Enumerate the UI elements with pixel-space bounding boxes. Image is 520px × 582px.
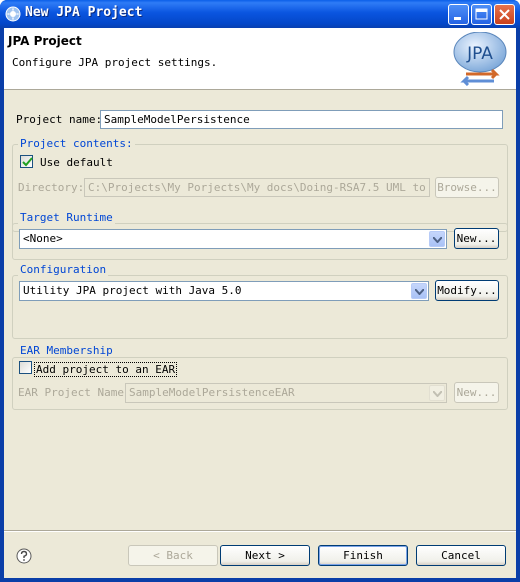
target-runtime-title: Target Runtime [18,211,115,224]
dropdown-arrow[interactable] [429,385,445,401]
directory-label: Directory: [18,181,85,194]
configuration-combo[interactable]: Utility JPA project with Java 5.0 [19,281,429,301]
modify-configuration-button[interactable]: Modify... [435,280,499,301]
ear-project-name-value: SampleModelPersistenceEAR [129,386,295,399]
minimize-button[interactable] [448,4,469,25]
close-icon [499,9,510,20]
wizard-banner: JPA Project Configure JPA project settin… [4,28,516,90]
chevron-down-icon [433,237,442,243]
dialog-body: JPA Project Configure JPA project settin… [4,28,516,578]
dropdown-arrow[interactable] [429,231,445,247]
add-to-ear-checkbox[interactable] [19,361,32,374]
close-button[interactable] [494,4,515,25]
dialog-window: New JPA Project JPA Project Configure JP… [0,0,520,582]
checkmark-icon [22,157,33,167]
project-name-input[interactable]: SampleModelPersistence [100,110,503,129]
help-icon[interactable] [16,548,32,564]
dropdown-arrow[interactable] [411,283,427,299]
eclipse-app-icon [5,6,21,22]
browse-button[interactable]: Browse... [435,177,499,198]
next-button[interactable]: Next > [220,545,310,566]
minimize-icon [454,17,461,20]
ear-project-name-label: EAR Project Name: [18,386,131,399]
new-runtime-button[interactable]: New... [454,228,499,249]
cancel-button[interactable]: Cancel [416,545,506,566]
finish-button[interactable]: Finish [318,545,408,566]
jpa-logo-text: JPA [466,44,493,64]
ear-membership-title: EAR Membership [18,344,115,357]
add-to-ear-label[interactable]: Add project to an EAR [34,362,178,377]
wizard-page-description: Configure JPA project settings. [12,56,218,69]
use-default-label[interactable]: Use default [40,156,113,169]
window-title: New JPA Project [25,5,143,20]
ear-project-name-combo[interactable]: SampleModelPersistenceEAR [125,383,447,403]
back-button[interactable]: < Back [128,545,218,566]
configuration-title: Configuration [18,263,109,276]
configuration-value: Utility JPA project with Java 5.0 [23,284,242,297]
project-contents-title: Project contents: [18,137,135,150]
maximize-icon [475,8,488,20]
chevron-down-icon [433,391,442,397]
project-name-label: Project name: [16,113,103,126]
wizard-page-title: JPA Project [8,34,82,48]
maximize-button[interactable] [471,4,492,25]
footer-separator [4,530,516,532]
directory-input[interactable]: C:\Projects\My Porjects\My docs\Doing-RS… [84,178,430,197]
target-runtime-combo[interactable]: <None> [19,229,447,249]
target-runtime-value: <None> [23,232,63,245]
jpa-wizard-icon: JPA [453,32,507,86]
chevron-down-icon [415,289,424,295]
title-bar[interactable]: New JPA Project [0,0,520,28]
use-default-checkbox[interactable] [20,155,33,168]
new-ear-button[interactable]: New... [454,382,499,403]
